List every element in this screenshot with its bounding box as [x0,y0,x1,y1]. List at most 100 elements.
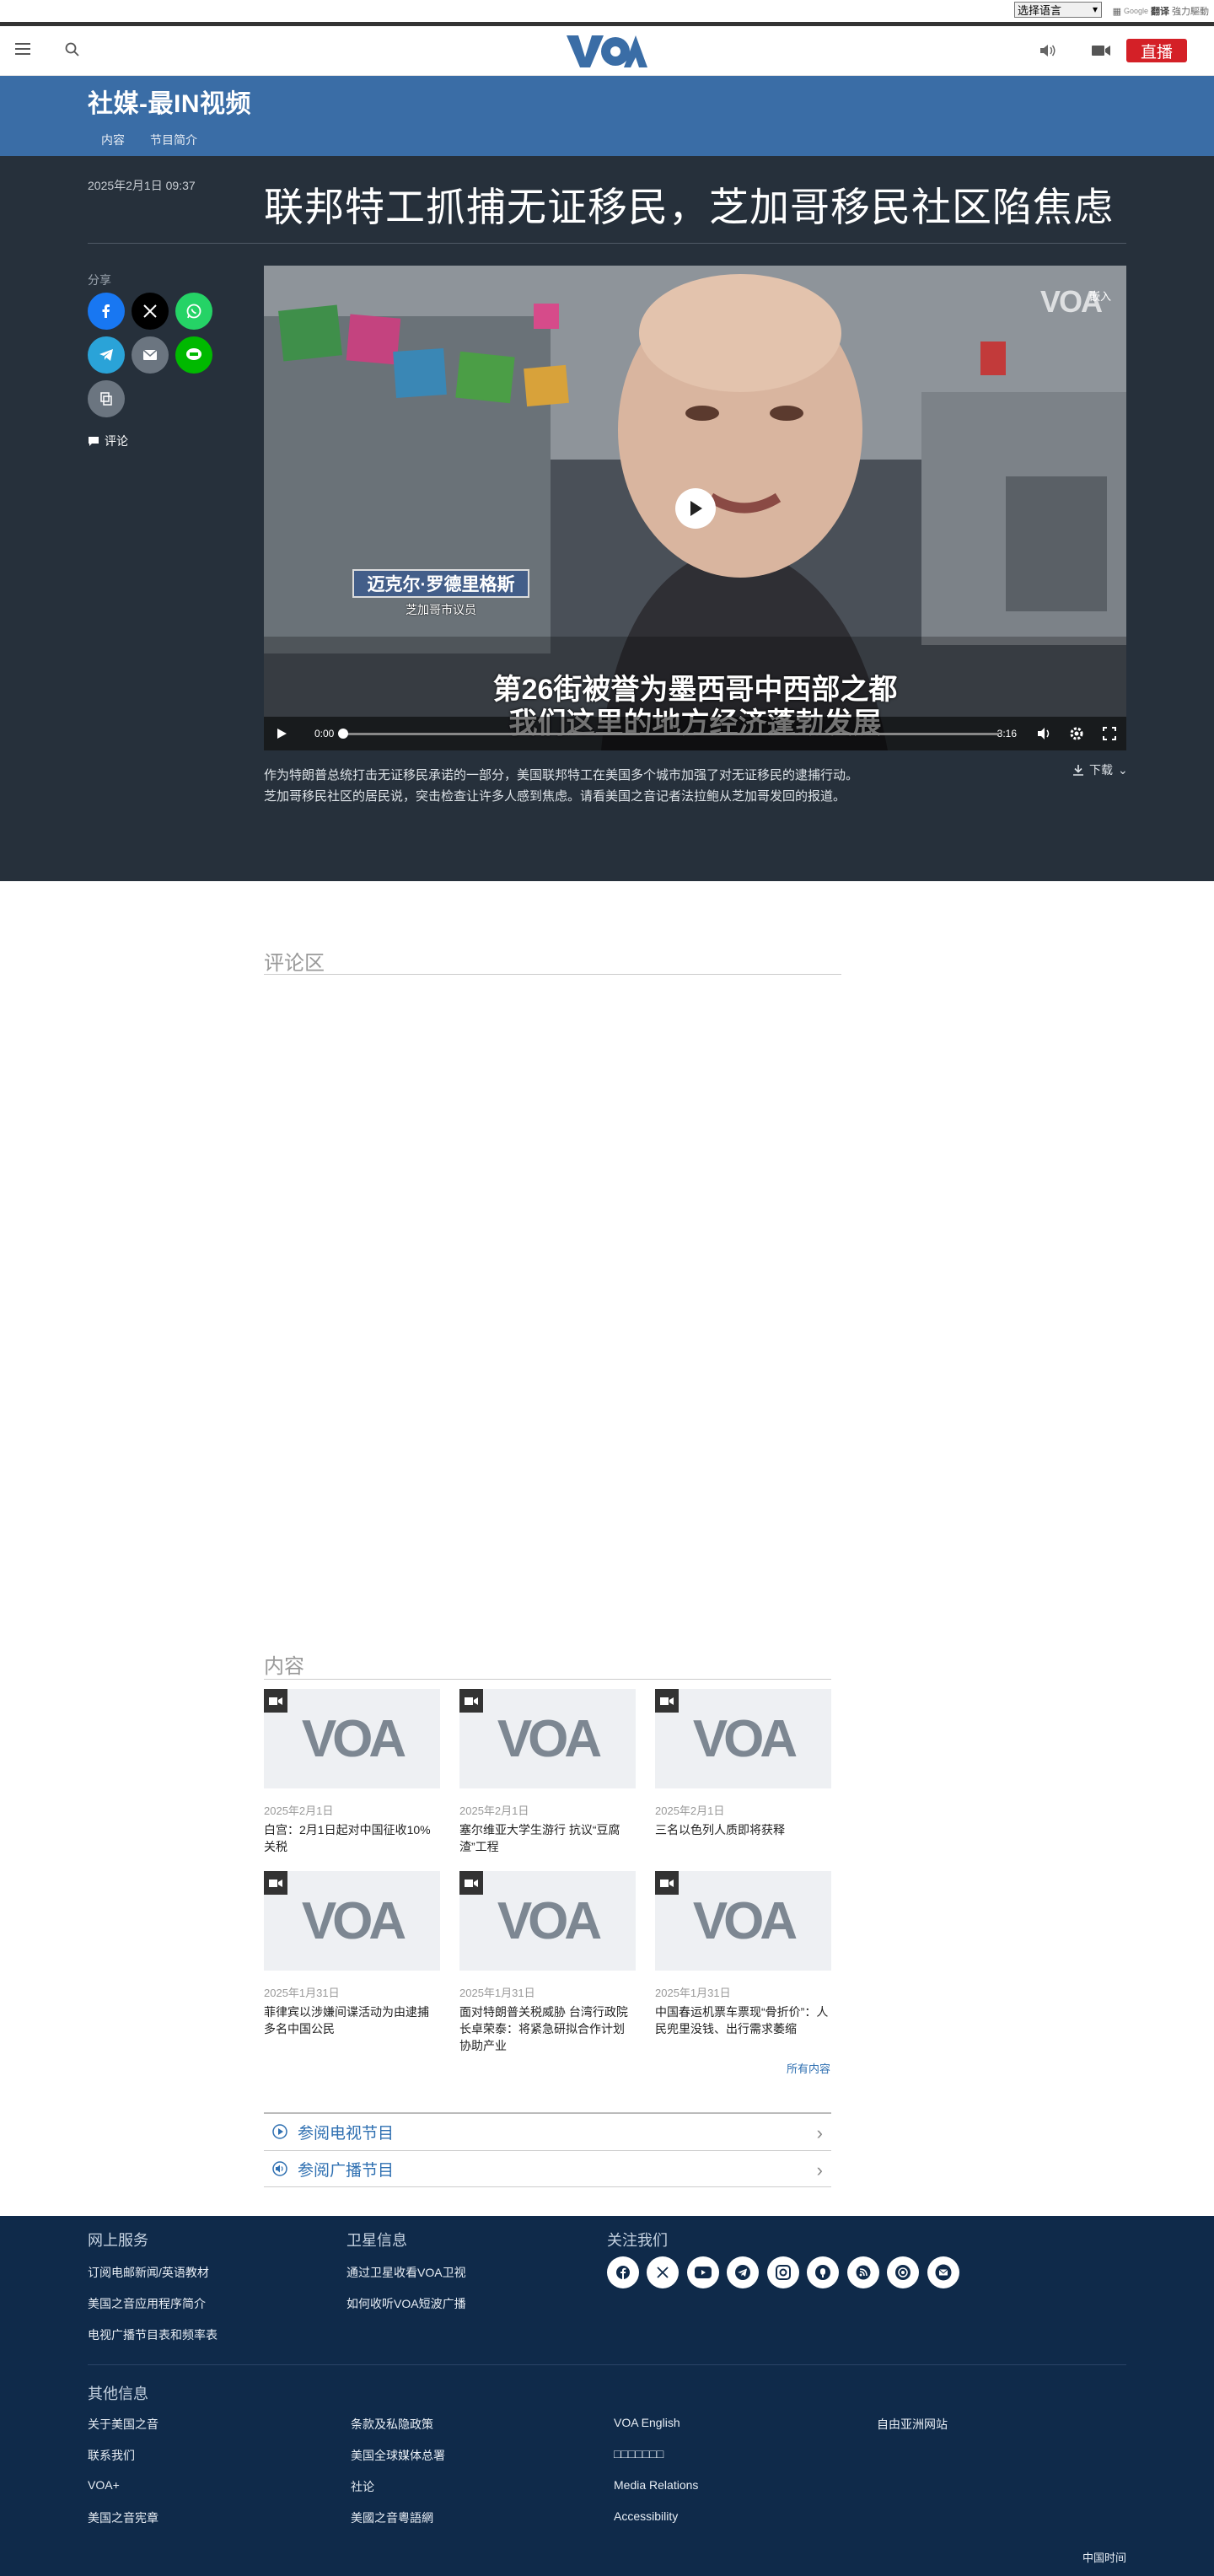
fullscreen-icon[interactable] [1103,727,1116,740]
content-card[interactable]: VOA 2025年1月31日 面对特朗普关税威胁 台湾行政院长卓荣泰：将紧急研拟… [459,1871,636,2054]
footer-link[interactable]: 订阅电邮新闻/英语教材 [88,2264,209,2281]
youtube-icon[interactable] [687,2256,719,2288]
footer-link[interactable]: □□□□□□□ [614,2447,663,2460]
copy-link-button[interactable] [88,380,125,417]
radio-speaker-icon [272,2161,287,2176]
other-info-title: 其他信息 [88,2385,148,2402]
share-telegram-button[interactable] [88,336,125,374]
x-icon[interactable] [647,2256,679,2288]
audio-icon[interactable] [1039,43,1057,58]
video-player[interactable]: VOA 嵌入 迈克尔·罗德里格斯 芝加哥市议员 第26街被誉为墨西哥中西部之都 … [264,266,1126,750]
download-button[interactable]: 下载 ⌄ [1072,761,1128,778]
telegram-icon[interactable] [727,2256,759,2288]
footer-link[interactable]: 自由亚洲网站 [877,2416,948,2433]
progress-handle[interactable] [338,729,348,739]
content-card[interactable]: VOA 2025年2月1日 白宫：2月1日起对中国征收10%关税 [264,1689,440,1855]
share-email-button[interactable] [132,336,169,374]
content-card[interactable]: VOA 2025年2月1日 塞尔维亚大学生游行 抗议“豆腐渣”工程 [459,1689,636,1855]
share-x-button[interactable] [132,293,169,330]
play-button[interactable] [675,488,716,529]
video-camera-icon[interactable] [1091,44,1111,57]
card-title[interactable]: 面对特朗普关税威胁 台湾行政院长卓荣泰：将紧急研拟合作计划协助产业 [459,2003,636,2054]
card-title[interactable]: 白宫：2月1日起对中国征收10%关税 [264,1821,440,1855]
footer-link[interactable]: Accessibility [614,2509,678,2523]
search-icon[interactable] [64,41,81,58]
content-card[interactable]: VOA 2025年1月31日 中国春运机票车票现“骨折价”：人民兜里没钱、出行需… [655,1871,831,2037]
tab-program-intro[interactable]: 节目简介 [150,132,197,148]
footer-link[interactable]: 如何收听VOA短波广播 [346,2295,466,2312]
comments-divider [264,974,841,975]
tab-content[interactable]: 内容 [101,132,125,148]
share-whatsapp-button[interactable] [175,293,212,330]
download-icon [1073,765,1083,776]
live-button[interactable]: 直播 [1126,39,1187,62]
footer-link[interactable]: Media Relations [614,2478,698,2492]
footer-link[interactable]: 条款及私隐政策 [351,2416,433,2433]
card-title[interactable]: 菲律宾以涉嫌间谍活动为由逮捕多名中国公民 [264,2003,440,2037]
share-facebook-button[interactable] [88,293,125,330]
x-icon [143,304,157,318]
footer-divider [88,2364,1126,2365]
control-play-icon[interactable] [276,728,287,739]
google-translate-icon: ▦ [1112,6,1121,17]
footer-link[interactable]: 电视广播节目表和频率表 [88,2326,218,2343]
comments-link[interactable]: 评论 [88,433,128,449]
copy-icon [100,392,112,406]
share-label: 分享 [88,273,111,287]
card-date: 2025年1月31日 [655,1987,731,1999]
description-line: 芝加哥移民社区的居民说，突击检查让许多人感到焦虑。请看美国之音记者法拉鲍从芝加哥… [264,789,846,804]
card-thumbnail[interactable]: VOA [655,1871,831,1971]
comments-link-label: 评论 [105,434,128,448]
radio-programs-link[interactable]: 参阅广播节目 › [264,2150,831,2187]
card-thumbnail[interactable]: VOA [459,1689,636,1788]
voa-logo[interactable] [565,32,649,69]
footer-link[interactable]: 通过卫星收看VOA卫视 [346,2264,466,2281]
volume-icon[interactable] [1037,727,1052,740]
card-title[interactable]: 塞尔维亚大学生游行 抗议“豆腐渣”工程 [459,1821,636,1855]
footer-link[interactable]: VOA+ [88,2478,120,2492]
rss-icon[interactable] [847,2256,879,2288]
footer-link[interactable]: 美国之音宪章 [88,2509,158,2526]
share-line-button[interactable] [175,336,212,374]
article-area: 2025年2月1日 09:37 联邦特工抓捕无证移民，芝加哥移民社区陷焦虑 分享… [0,156,1214,881]
site-footer: 网上服务 订阅电邮新闻/英语教材 美国之音应用程序简介 电视广播节目表和频率表 … [0,2216,1214,2576]
section-title[interactable]: 社媒-最IN视频 [88,83,251,120]
publish-date: 2025年2月1日 09:37 [88,179,196,192]
settings-gear-icon[interactable] [1069,726,1084,741]
menu-icon[interactable] [15,43,30,55]
card-thumbnail[interactable]: VOA [655,1689,831,1788]
download-label: 下载 [1089,763,1113,777]
video-badge-icon [459,1689,483,1713]
card-thumbnail[interactable]: VOA [264,1871,440,1971]
content-divider [264,1679,831,1680]
content-card[interactable]: VOA 2025年1月31日 菲律宾以涉嫌间谍活动为由逮捕多名中国公民 [264,1871,440,2037]
progress-bar[interactable] [341,733,999,735]
line-icon [186,348,201,360]
card-thumbnail[interactable]: VOA [459,1871,636,1971]
content-card[interactable]: VOA 2025年2月1日 三名以色列人质即将获释 [655,1689,831,1838]
card-title[interactable]: 中国春运机票车票现“骨折价”：人民兜里没钱、出行需求萎缩 [655,2003,831,2037]
footer-link[interactable]: 美国之音应用程序简介 [88,2295,206,2312]
footer-link[interactable]: 社论 [351,2478,374,2495]
podcast-icon[interactable] [807,2256,839,2288]
footer-link[interactable]: 美国全球媒体总署 [351,2447,445,2464]
footer-link[interactable]: VOA English [614,2416,680,2429]
podcast-alt-icon[interactable] [887,2256,919,2288]
card-title[interactable]: 三名以色列人质即将获释 [655,1821,831,1838]
email-icon[interactable] [927,2256,959,2288]
card-thumbnail[interactable]: VOA [264,1689,440,1788]
instagram-icon[interactable] [767,2256,799,2288]
all-content-link[interactable]: 所有内容 [787,2060,830,2076]
language-select[interactable]: 选择语言 [1014,2,1102,18]
embed-link[interactable]: 嵌入 [1089,288,1111,304]
video-description: 作为特朗普总统打击无证移民承诺的一部分，美国联邦特工在美国多个城市加强了对无证移… [264,765,938,807]
footer-link[interactable]: 联系我们 [88,2447,135,2464]
tv-programs-link[interactable]: 参阅电视节目 › [264,2112,831,2149]
chevron-down-icon: ⌄ [1118,762,1128,777]
footer-link[interactable]: 美國之音粵語網 [351,2509,433,2526]
radio-programs-label: 参阅广播节目 [298,2161,395,2180]
footer-link[interactable]: 关于美国之音 [88,2416,158,2433]
video-controls: 0:00 3:16 [264,717,1126,750]
facebook-icon[interactable] [607,2256,639,2288]
video-badge-icon [655,1871,679,1895]
